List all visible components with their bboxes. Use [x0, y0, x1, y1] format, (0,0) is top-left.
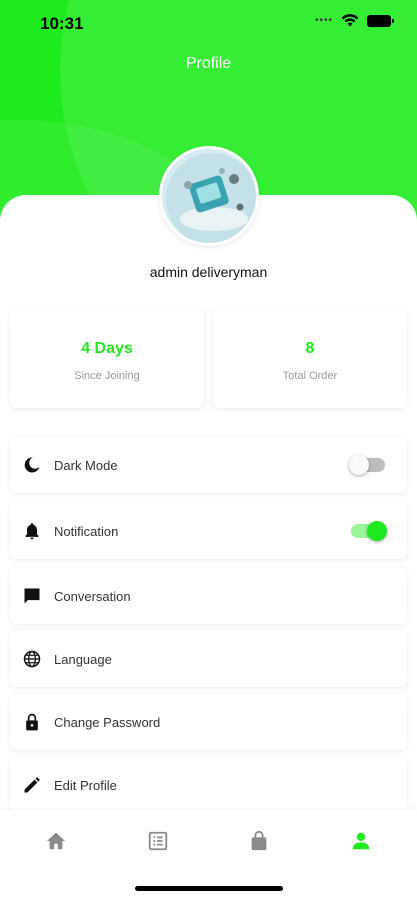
- stat-card-joining: 4 Days Since Joining: [10, 310, 204, 408]
- person-icon[interactable]: [350, 830, 372, 852]
- menu-item-dark-mode[interactable]: Dark Mode: [10, 437, 407, 493]
- wifi-icon: [341, 14, 359, 27]
- dark-mode-toggle[interactable]: [349, 455, 385, 475]
- lock-icon: [26, 713, 38, 731]
- menu-item-notification[interactable]: Notification: [10, 503, 407, 559]
- home-indicator[interactable]: [135, 886, 283, 891]
- stat-label: Since Joining: [74, 370, 140, 382]
- stat-value: 8: [305, 340, 315, 357]
- menu-label: Notification: [54, 524, 119, 539]
- status-time: 10:31: [40, 14, 84, 33]
- menu-label: Language: [54, 652, 112, 667]
- menu-label: Conversation: [54, 589, 131, 604]
- menu-item-edit-profile[interactable]: Edit Profile: [10, 757, 407, 813]
- bag-icon[interactable]: [248, 830, 270, 852]
- moon-icon: [24, 457, 40, 473]
- bell-icon: [25, 523, 39, 540]
- avatar[interactable]: [159, 146, 259, 246]
- toggle-knob: [367, 521, 387, 541]
- menu-item-conversation[interactable]: Conversation: [10, 568, 407, 624]
- page-title: Profile: [185, 55, 232, 72]
- menu-label: Dark Mode: [54, 458, 118, 473]
- status-icons: ••••: [314, 14, 394, 27]
- globe-icon: [23, 650, 41, 668]
- menu-label: Edit Profile: [54, 778, 117, 793]
- pencil-icon: [24, 777, 40, 793]
- menu-item-language[interactable]: Language: [10, 631, 407, 687]
- home-icon[interactable]: [45, 830, 67, 852]
- cellular-dots-icon: ••••: [314, 15, 333, 26]
- battery-icon: [367, 14, 394, 27]
- menu-label: Change Password: [54, 715, 161, 730]
- status-bar: 10:31 ••••: [0, 0, 417, 48]
- stat-value: 4 Days: [81, 340, 133, 357]
- menu-item-change-password[interactable]: Change Password: [10, 694, 407, 750]
- stat-label: Total Order: [282, 370, 338, 382]
- chat-icon: [24, 588, 40, 604]
- notification-toggle[interactable]: [351, 521, 387, 541]
- stat-card-orders: 8 Total Order: [213, 310, 407, 408]
- user-name: admin deliveryman: [149, 264, 268, 280]
- toggle-knob: [349, 455, 369, 475]
- list-icon[interactable]: [147, 830, 169, 852]
